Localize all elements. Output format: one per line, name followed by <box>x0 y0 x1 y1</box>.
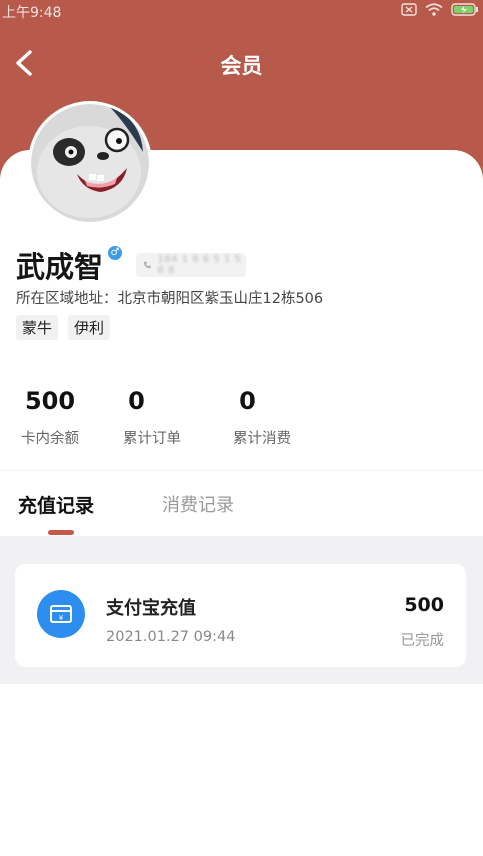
tag: 伊利 <box>68 315 111 340</box>
wifi-icon <box>425 3 443 16</box>
phone-number-masked: 184 1 8 6 5 1 5 8 8 <box>157 254 242 276</box>
page-title: 会员 <box>220 54 263 78</box>
member-name: 武成智 <box>16 250 104 284</box>
record-title: 支付宝充值 <box>106 598 196 619</box>
divider <box>0 470 483 471</box>
stat-balance[interactable]: 500 卡内余额 <box>18 387 82 448</box>
stat-label: 累计消费 <box>233 431 291 447</box>
address: 所在区域地址：北京市朝阳区紫玉山庄12栋506 <box>16 291 324 307</box>
svg-text:¥: ¥ <box>59 614 64 622</box>
tag: 蒙牛 <box>16 315 59 340</box>
navbar: 会员 <box>0 38 483 88</box>
stat-orders[interactable]: 0 累计订单 <box>120 387 184 448</box>
avatar[interactable] <box>31 104 149 222</box>
tab-recharge-records[interactable]: 充值记录 <box>18 491 94 518</box>
stat-value: 0 <box>239 387 256 415</box>
stat-value: 500 <box>24 387 76 415</box>
battery-charging-icon <box>451 3 478 16</box>
record-item[interactable]: ¥ 支付宝充值 2021.01.27 09:44 500 已完成 <box>15 564 466 667</box>
avatar-image <box>31 104 149 222</box>
male-icon: ♂ <box>108 246 122 260</box>
stat-value: 0 <box>128 387 145 415</box>
sim-off-icon <box>401 3 417 16</box>
status-bar: 上午9:48 <box>0 0 483 22</box>
tag-list: 蒙牛 伊利 <box>16 315 111 340</box>
record-status: 已完成 <box>400 633 445 649</box>
record-datetime: 2021.01.27 09:44 <box>106 629 236 645</box>
alipay-wallet-icon: ¥ <box>37 590 85 638</box>
record-amount: 500 <box>404 594 444 616</box>
phone-icon <box>143 261 151 269</box>
tab-indicator <box>48 530 74 535</box>
stat-label: 卡内余额 <box>21 431 79 447</box>
phone-chip[interactable]: 184 1 8 6 5 1 5 8 8 <box>136 253 246 277</box>
stat-spending[interactable]: 0 累计消费 <box>230 387 294 448</box>
status-icons <box>401 3 479 16</box>
status-time: 上午9:48 <box>2 5 62 21</box>
tab-consumption-records[interactable]: 消费记录 <box>162 491 234 517</box>
stat-label: 累计订单 <box>123 431 181 447</box>
